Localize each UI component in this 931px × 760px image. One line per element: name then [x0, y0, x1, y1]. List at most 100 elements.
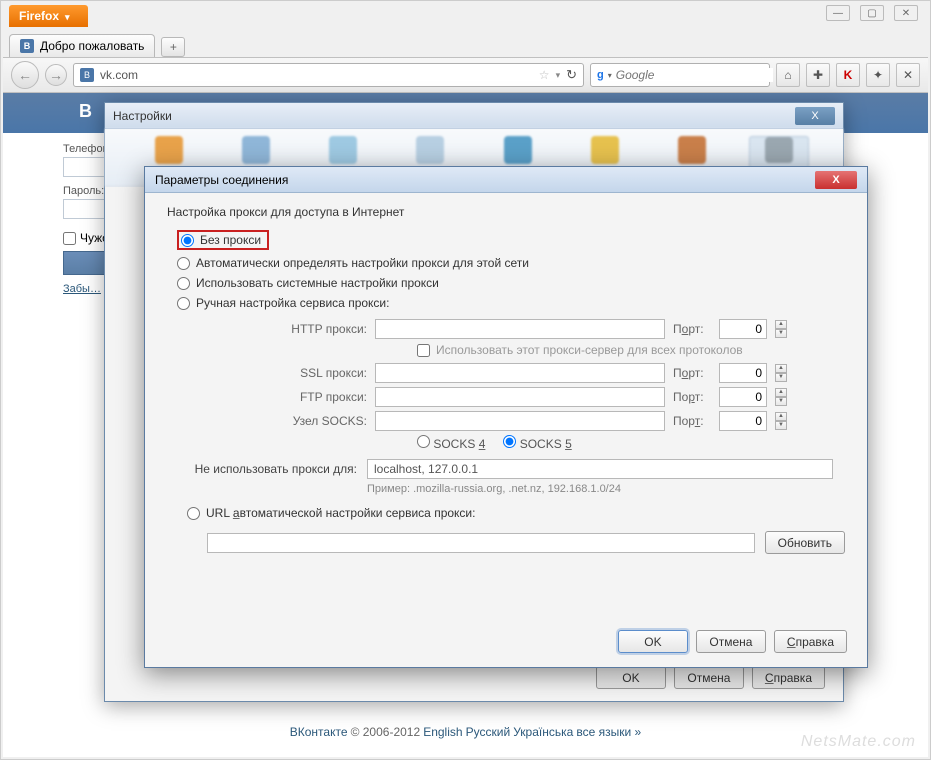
radio-no-proxy-row[interactable]: Без прокси [167, 227, 845, 253]
ftp-label: FTP прокси: [207, 390, 367, 404]
maximize-button[interactable]: ▢ [860, 5, 884, 21]
search-bar[interactable]: g ▾ 🔍 [590, 63, 770, 87]
tab-bar: B Добро пожаловать + [9, 29, 922, 57]
back-button[interactable]: ← [11, 61, 39, 89]
radio-auto-row[interactable]: Автоматически определять настройки прокс… [167, 253, 845, 273]
connection-button-row: OK Отмена Справка [618, 630, 847, 653]
use-for-all-checkbox[interactable] [417, 344, 430, 357]
no-proxy-highlight: Без прокси [177, 230, 269, 250]
proxy-group-title: Настройка прокси для доступа в Интернет [167, 205, 845, 219]
window-controls: — ▢ ✕ [826, 5, 918, 21]
lang-ukrainian[interactable]: Українська [513, 725, 573, 739]
kaspersky-icon[interactable]: K [836, 63, 860, 87]
home-button[interactable]: ⌂ [776, 63, 800, 87]
ssl-port-input[interactable] [719, 363, 767, 383]
bookmark-star-icon[interactable]: ☆ [539, 68, 550, 82]
connection-body: Настройка прокси для доступа в Интернет … [145, 193, 867, 566]
site-favicon-icon: B [80, 68, 94, 82]
addon-button-2[interactable]: ✕ [896, 63, 920, 87]
ftp-port-label: Порт: [673, 390, 711, 404]
search-input[interactable] [616, 68, 773, 82]
radio-manual[interactable] [177, 297, 190, 310]
ftp-host-input[interactable] [375, 387, 665, 407]
tab-active[interactable]: B Добро пожаловать [9, 34, 155, 57]
connection-dialog: Параметры соединения X Настройка прокси … [144, 166, 868, 668]
footer-brand[interactable]: ВКонтакте [290, 725, 348, 739]
radio-manual-label: Ручная настройка сервиса прокси: [196, 296, 389, 310]
firefox-menu-button[interactable]: Firefox [9, 5, 88, 27]
http-port-label: Порт: [673, 322, 711, 336]
reload-button[interactable]: ↻ [566, 67, 577, 83]
no-proxy-for-row: Не использовать прокси для: [167, 459, 845, 479]
url-auto-input-row: Обновить [207, 531, 845, 554]
http-port-input[interactable] [719, 319, 767, 339]
socks-port-input[interactable] [719, 411, 767, 431]
radio-url-auto-row[interactable]: URL автоматической настройки сервиса про… [177, 503, 845, 523]
minimize-button[interactable]: — [826, 5, 850, 21]
socks-version-row: SOCKS 4 SOCKS 5 [417, 435, 845, 451]
radio-no-proxy[interactable] [181, 234, 194, 247]
settings-cancel-button[interactable]: Отмена [674, 666, 744, 689]
url-bar[interactable]: B ☆ ▾ ↻ [73, 63, 584, 87]
radio-socks4[interactable] [417, 435, 430, 448]
toolbar: ← → B ☆ ▾ ↻ g ▾ 🔍 ⌂ ✚ K ✦ ✕ [3, 57, 928, 93]
vk-favicon-icon: B [20, 39, 34, 53]
settings-help-button[interactable]: Справка [752, 666, 825, 689]
bookmarks-button[interactable]: ✚ [806, 63, 830, 87]
settings-ok-button[interactable]: OK [596, 666, 666, 689]
footer-copyright: © 2006-2012 [351, 725, 421, 739]
connection-cancel-button[interactable]: Отмена [696, 630, 766, 653]
socks-port-spinner[interactable]: ▲▼ [775, 412, 787, 430]
proxy-manual-grid: HTTP прокси: Порт: ▲▼ Использовать этот … [207, 319, 845, 451]
radio-system[interactable] [177, 277, 190, 290]
new-tab-button[interactable]: + [161, 37, 185, 57]
connection-close-button[interactable]: X [815, 171, 857, 189]
ssl-port-spinner[interactable]: ▲▼ [775, 364, 787, 382]
forgot-link[interactable]: Забы… [63, 283, 101, 295]
ssl-label: SSL прокси: [207, 366, 367, 380]
radio-system-label: Использовать системные настройки прокси [196, 276, 439, 290]
radio-url-auto-label: URL автоматической настройки сервиса про… [206, 506, 475, 520]
connection-titlebar[interactable]: Параметры соединения X [145, 167, 867, 193]
ftp-port-input[interactable] [719, 387, 767, 407]
connection-help-button[interactable]: Справка [774, 630, 847, 653]
radio-no-proxy-label: Без прокси [200, 233, 261, 247]
forward-button[interactable]: → [45, 64, 67, 86]
socks-label: Узел SOCKS: [207, 414, 367, 428]
socks5-option[interactable]: SOCKS 5 [503, 435, 571, 451]
radio-manual-row[interactable]: Ручная настройка сервиса прокси: [167, 293, 845, 313]
settings-close-button[interactable]: X [795, 107, 835, 125]
no-proxy-label: Не использовать прокси для: [167, 462, 357, 476]
addon-button-1[interactable]: ✦ [866, 63, 890, 87]
socks-port-label: Порт: [673, 414, 711, 428]
radio-socks5[interactable] [503, 435, 516, 448]
firefox-label: Firefox [19, 9, 59, 23]
page-footer: ВКонтакте © 2006-2012 English Русский Ук… [3, 725, 928, 739]
radio-auto-label: Автоматически определять настройки прокс… [196, 256, 529, 270]
radio-system-row[interactable]: Использовать системные настройки прокси [167, 273, 845, 293]
reload-proxy-button[interactable]: Обновить [765, 531, 845, 554]
tab-title: Добро пожаловать [40, 39, 144, 53]
socks4-option[interactable]: SOCKS 4 [417, 435, 485, 451]
close-button[interactable]: ✕ [894, 5, 918, 21]
foreign-pc-checkbox[interactable] [63, 232, 76, 245]
socks-host-input[interactable] [375, 411, 665, 431]
http-port-spinner[interactable]: ▲▼ [775, 320, 787, 338]
url-auto-input[interactable] [207, 533, 755, 553]
url-input[interactable] [100, 68, 533, 82]
settings-titlebar[interactable]: Настройки X [105, 103, 843, 129]
http-label: HTTP прокси: [207, 322, 367, 336]
lang-russian[interactable]: Русский [466, 725, 511, 739]
ssl-port-label: Порт: [673, 366, 711, 380]
connection-ok-button[interactable]: OK [618, 630, 688, 653]
http-host-input[interactable] [375, 319, 665, 339]
radio-url-auto[interactable] [187, 507, 200, 520]
settings-title: Настройки [113, 109, 172, 123]
url-dropdown-icon[interactable]: ▾ [556, 70, 561, 81]
no-proxy-input[interactable] [367, 459, 833, 479]
ssl-host-input[interactable] [375, 363, 665, 383]
lang-all[interactable]: все языки » [576, 725, 641, 739]
ftp-port-spinner[interactable]: ▲▼ [775, 388, 787, 406]
lang-english[interactable]: English [423, 725, 462, 739]
radio-auto[interactable] [177, 257, 190, 270]
